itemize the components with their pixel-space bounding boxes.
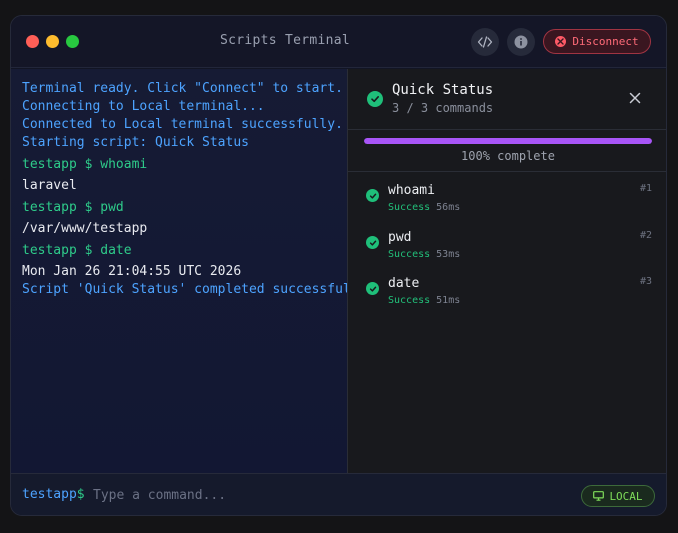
prompt-label: testapp$: [22, 487, 85, 502]
info-button[interactable]: [507, 28, 535, 56]
progress-label: 100% complete: [461, 149, 555, 163]
panel-title: Quick Status: [392, 82, 494, 98]
panel-header: Quick Status 3 / 3 commands: [348, 69, 666, 130]
terminal-command-line: testapp $ whoami: [22, 157, 148, 172]
connection-badge[interactable]: LOCAL: [581, 485, 655, 507]
step-duration: 51ms: [436, 295, 461, 306]
disconnect-label: Disconnect: [572, 35, 639, 48]
terminal-line: Connecting to Local terminal...: [22, 99, 265, 114]
progress-section: 100% complete: [348, 130, 666, 172]
step-status: Success: [388, 295, 431, 306]
progress-bar: [364, 138, 652, 144]
step-item[interactable]: date Success 51ms #3: [348, 265, 666, 309]
title-bar: Scripts Terminal Disconnect: [11, 16, 666, 68]
command-input[interactable]: [93, 484, 393, 506]
terminal-line: Connected to Local terminal successfully…: [22, 117, 343, 132]
step-item[interactable]: whoami Success 56ms #1: [348, 172, 666, 216]
step-index: #1: [639, 183, 652, 194]
prompt-symbol: $: [76, 487, 85, 502]
terminal-line: Script 'Quick Status' completed successf…: [22, 282, 347, 297]
close-panel-button[interactable]: [627, 90, 643, 106]
script-status-panel: Quick Status 3 / 3 commands 100% complet…: [347, 69, 666, 473]
step-duration: 53ms: [436, 249, 461, 260]
check-circle-icon: [367, 91, 383, 107]
disconnect-button[interactable]: Disconnect: [543, 29, 651, 54]
command-input-bar: testapp$ LOCAL: [11, 473, 666, 515]
step-item[interactable]: pwd Success 53ms #2: [348, 219, 666, 263]
terminal-output-line: Mon Jan 26 21:04:55 UTC 2026: [22, 264, 242, 279]
step-status: Success: [388, 249, 431, 260]
terminal-output-line: laravel: [22, 178, 77, 193]
terminal-output: Terminal ready. Click "Connect" to start…: [11, 69, 347, 473]
step-name: whoami: [388, 183, 435, 198]
terminal-line: Starting script: Quick Status: [22, 135, 249, 150]
check-circle-icon: [366, 282, 379, 295]
step-status: Success: [388, 202, 431, 213]
step-meta: Success 51ms: [388, 295, 460, 306]
progress-bar-fill: [364, 138, 652, 144]
check-circle-icon: [366, 189, 379, 202]
monitor-icon: [593, 491, 605, 501]
step-index: #3: [639, 276, 652, 287]
terminal-line: Terminal ready. Click "Connect" to start…: [22, 81, 343, 96]
step-meta: Success 53ms: [388, 249, 460, 260]
step-duration: 56ms: [436, 202, 461, 213]
terminal-window: Scripts Terminal Disconnect Terminal rea…: [10, 15, 667, 516]
prompt-name: testapp: [22, 487, 77, 502]
code-icon: [477, 36, 493, 48]
terminal-output-line: /var/www/testapp: [22, 221, 148, 236]
check-circle-icon: [366, 236, 379, 249]
connection-label: LOCAL: [609, 489, 643, 503]
panel-subtitle: 3 / 3 commands: [392, 101, 494, 115]
step-meta: Success 56ms: [388, 202, 460, 213]
step-name: date: [388, 276, 420, 291]
terminal-command-line: testapp $ pwd: [22, 200, 124, 215]
close-icon: [629, 92, 641, 104]
step-name: pwd: [388, 230, 412, 245]
info-icon: [514, 35, 528, 49]
x-circle-icon: [555, 36, 567, 47]
step-index: #2: [639, 230, 652, 241]
code-button[interactable]: [471, 28, 499, 56]
terminal-command-line: testapp $ date: [22, 243, 132, 258]
